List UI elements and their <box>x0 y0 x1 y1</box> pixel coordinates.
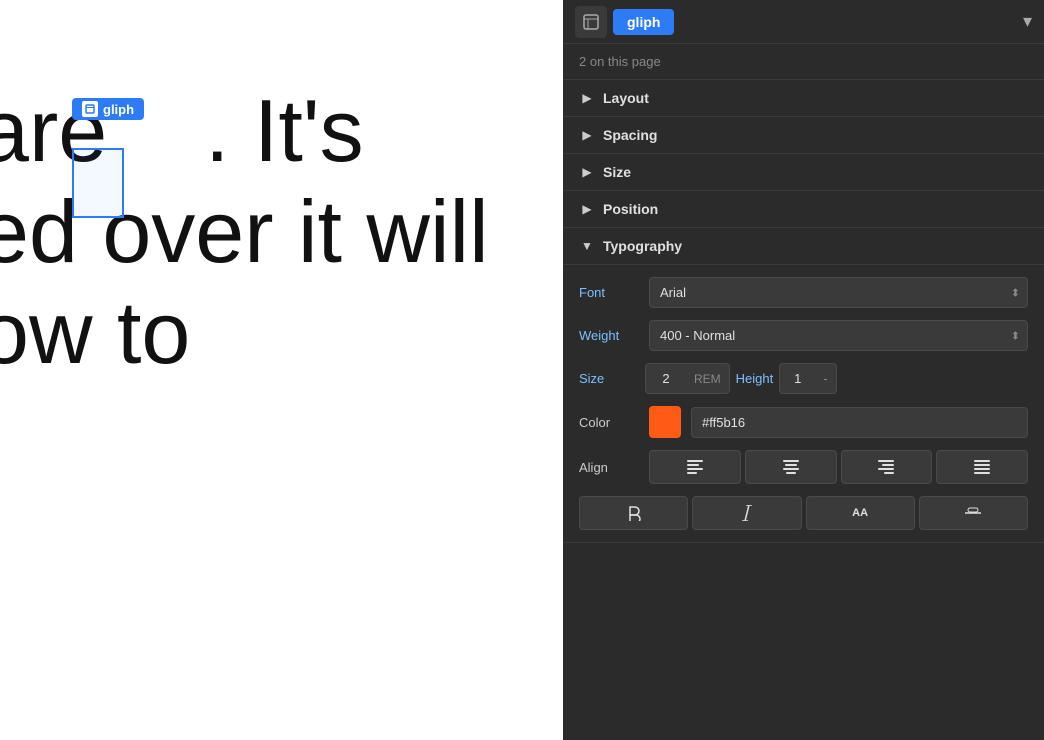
section-layout[interactable]: ▶ Layout <box>563 80 1044 117</box>
size-unit: REM <box>686 365 729 393</box>
height-label: Height <box>736 371 774 386</box>
typography-fields: Font Arial Helvetica Times New Roman Geo… <box>563 265 1044 496</box>
font-row: Font Arial Helvetica Times New Roman Geo… <box>579 277 1028 308</box>
chevron-down-icon: ▼ <box>579 238 595 254</box>
weight-label: Weight <box>579 328 639 343</box>
color-swatch[interactable] <box>649 406 681 438</box>
align-label: Align <box>579 460 639 475</box>
italic-button[interactable] <box>692 496 801 530</box>
sections-list: ▶ Layout ▶ Spacing ▶ Size ▶ Position ▼ T… <box>563 80 1044 740</box>
color-hex-input[interactable] <box>691 407 1028 438</box>
strikethrough-button[interactable] <box>919 496 1028 530</box>
gliph-badge-label: gliph <box>103 102 134 117</box>
font-label: Font <box>579 285 639 300</box>
weight-select[interactable]: 400 - Normal 100 - Thin 200 - Extra Ligh… <box>649 320 1028 351</box>
font-select[interactable]: Arial Helvetica Times New Roman Georgia <box>649 277 1028 308</box>
section-typography[interactable]: ▼ Typography <box>563 228 1044 265</box>
align-left-button[interactable] <box>649 450 741 484</box>
bold-button[interactable] <box>579 496 688 530</box>
style-bottom-row: AA <box>563 496 1044 542</box>
size-input-group: REM <box>645 363 730 394</box>
gliph-tab[interactable]: gliph <box>613 9 674 35</box>
gliph-badge[interactable]: gliph <box>72 98 144 120</box>
weight-select-wrapper: 400 - Normal 100 - Thin 200 - Extra Ligh… <box>649 320 1028 351</box>
chevron-right-icon: ▶ <box>579 201 595 217</box>
weight-row: Weight 400 - Normal 100 - Thin 200 - Ext… <box>579 320 1028 351</box>
chevron-right-icon: ▶ <box>579 90 595 106</box>
sub-header: 2 on this page <box>563 44 1044 80</box>
gliph-badge-icon <box>82 101 98 117</box>
section-size-label: Size <box>603 164 631 180</box>
chevron-right-icon: ▶ <box>579 127 595 143</box>
size-label: Size <box>579 371 639 386</box>
canvas-line-3: ow to <box>0 282 489 383</box>
align-justify-button[interactable] <box>936 450 1028 484</box>
header-dropdown-arrow[interactable]: ▾ <box>1023 11 1032 32</box>
chevron-right-icon: ▶ <box>579 164 595 180</box>
color-row: Color <box>579 406 1028 438</box>
size-height-row: Size REM Height - <box>579 363 1028 394</box>
canvas-area: gliph are . It's ed over it will ow to <box>0 0 563 740</box>
section-layout-label: Layout <box>603 90 649 106</box>
section-position[interactable]: ▶ Position <box>563 191 1044 228</box>
size-input[interactable] <box>646 364 686 393</box>
panel-header: gliph ▾ <box>563 0 1044 44</box>
uppercase-button[interactable]: AA <box>806 496 915 530</box>
font-select-wrapper: Arial Helvetica Times New Roman Georgia <box>649 277 1028 308</box>
page-count-label: 2 on this page <box>579 54 661 69</box>
height-input-group: - <box>779 363 836 394</box>
color-label: Color <box>579 415 639 430</box>
element-icon-button[interactable] <box>575 6 607 38</box>
section-typography-label: Typography <box>603 238 682 254</box>
align-row: Align <box>579 450 1028 484</box>
height-input[interactable] <box>780 364 815 393</box>
typography-section: ▼ Typography Font Arial Helvetica Times … <box>563 228 1044 543</box>
section-position-label: Position <box>603 201 658 217</box>
align-right-button[interactable] <box>841 450 933 484</box>
canvas-text: are . It's ed over it will ow to <box>0 80 489 384</box>
right-panel: gliph ▾ 2 on this page ▶ Layout ▶ Spacin… <box>563 0 1044 740</box>
section-spacing-label: Spacing <box>603 127 657 143</box>
align-center-button[interactable] <box>745 450 837 484</box>
section-size[interactable]: ▶ Size <box>563 154 1044 191</box>
height-dash: - <box>815 364 835 393</box>
align-group <box>649 450 1028 484</box>
section-spacing[interactable]: ▶ Spacing <box>563 117 1044 154</box>
glyph-selection-box <box>72 148 124 218</box>
